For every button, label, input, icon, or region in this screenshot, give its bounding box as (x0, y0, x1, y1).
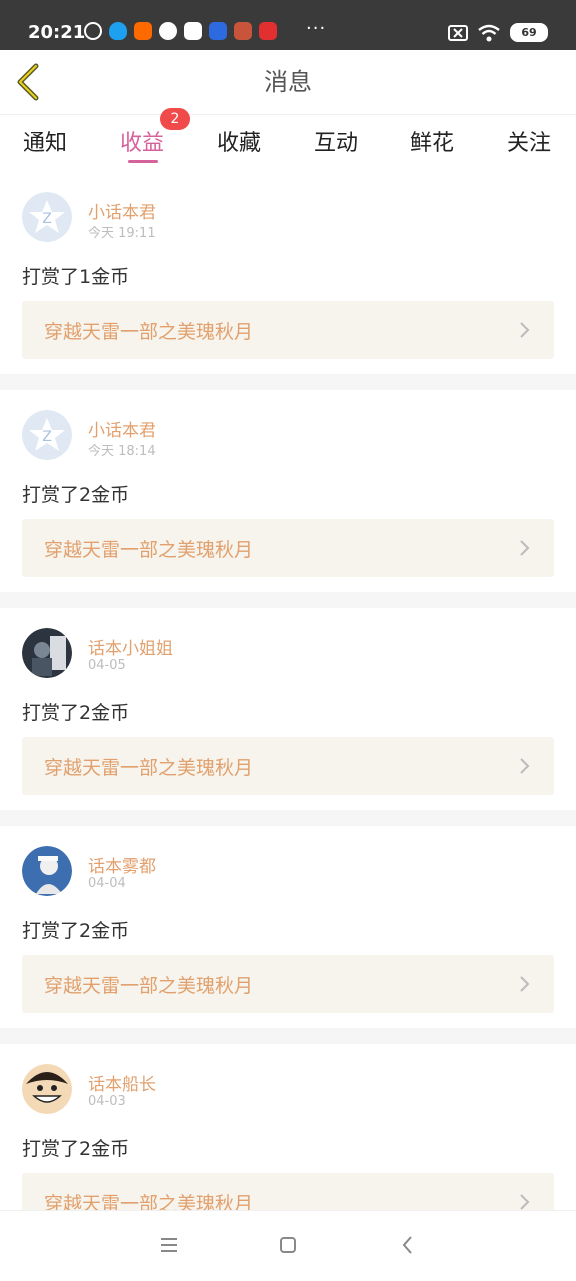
username[interactable]: 小话本君 (88, 198, 156, 223)
book-link[interactable]: 穿越天雷一部之美瑰秋月 (22, 301, 554, 359)
list-item: Z 小话本君 今天 19:11 打赏了1金币 穿越天雷一部之美瑰秋月 (0, 172, 576, 374)
more-notifications-icon: ··· (306, 18, 327, 39)
chevron-right-icon (520, 322, 530, 338)
book-link[interactable]: 穿越天雷一部之美瑰秋月 (22, 519, 554, 577)
no-sim-icon (448, 24, 468, 41)
tab-flowers[interactable]: 鲜花 (410, 125, 454, 157)
list-item: Z 小话本君 今天 18:14 打赏了2金币 穿越天雷一部之美瑰秋月 (0, 390, 576, 592)
page-title: 消息 (264, 68, 312, 96)
star-avatar-icon[interactable]: Z (22, 192, 72, 242)
top-bar: 消息 (0, 50, 576, 115)
timestamp: 04-05 (88, 658, 126, 673)
battery-indicator: 69 (510, 23, 548, 42)
menu-icon[interactable] (157, 1233, 181, 1257)
book-title: 穿越天雷一部之美瑰秋月 (44, 975, 254, 997)
timestamp: 今天 19:11 (88, 226, 156, 241)
svg-text:Z: Z (42, 211, 52, 227)
book-link[interactable]: 穿越天雷一部之美瑰秋月 (22, 737, 554, 795)
username[interactable]: 话本雾都 (88, 852, 156, 877)
message-text: 打赏了2金币 (22, 702, 130, 724)
timestamp: 04-04 (88, 876, 126, 891)
chevron-right-icon (520, 540, 530, 556)
book-title: 穿越天雷一部之美瑰秋月 (44, 321, 254, 343)
photo-avatar[interactable] (22, 628, 72, 678)
tab-interactions[interactable]: 互动 (314, 125, 358, 157)
divider (0, 592, 576, 608)
message-text: 打赏了2金币 (22, 920, 130, 942)
home-icon[interactable] (276, 1233, 300, 1257)
status-right: 69 (448, 23, 548, 42)
mi-icon (134, 22, 152, 40)
cartoon-avatar[interactable] (22, 1064, 72, 1114)
baidu-icon (209, 22, 227, 40)
tab-follow[interactable]: 关注 (507, 125, 551, 157)
svg-text:Z: Z (42, 429, 52, 445)
status-bar: 20:21 ··· 69 (0, 0, 576, 50)
check-app-icon (159, 22, 177, 40)
tab-bar: 通知 收益 收藏 互动 鲜花 关注 (0, 115, 576, 171)
chrome-like-icon (184, 22, 202, 40)
back-icon[interactable] (396, 1233, 420, 1257)
username[interactable]: 话本小姐姐 (88, 634, 173, 659)
book-link[interactable]: 穿越天雷一部之美瑰秋月 (22, 955, 554, 1013)
username[interactable]: 话本船长 (88, 1070, 156, 1095)
star-avatar-icon[interactable]: Z (22, 410, 72, 460)
wifi-icon (478, 24, 500, 41)
message-text: 打赏了2金币 (22, 1138, 130, 1160)
book-title: 穿越天雷一部之美瑰秋月 (44, 539, 254, 561)
status-time: 20:21 (28, 22, 86, 43)
message-text: 打赏了2金币 (22, 484, 130, 506)
system-nav-bar (0, 1210, 576, 1281)
chevron-right-icon (520, 1194, 530, 1210)
book-title: 穿越天雷一部之美瑰秋月 (44, 757, 254, 779)
tab-earnings[interactable]: 收益 (120, 125, 164, 157)
chevron-right-icon (520, 976, 530, 992)
active-tab-indicator (128, 160, 158, 163)
photo-avatar[interactable] (22, 846, 72, 896)
message-text: 打赏了1金币 (22, 266, 130, 288)
divider (0, 810, 576, 826)
chevron-right-icon (520, 758, 530, 774)
timestamp: 今天 18:14 (88, 444, 156, 459)
unread-badge: 2 (160, 108, 190, 130)
tab-notifications[interactable]: 通知 (23, 125, 67, 157)
divider (0, 1028, 576, 1044)
game-app-icon (234, 22, 252, 40)
username[interactable]: 小话本君 (88, 416, 156, 441)
tab-favorites[interactable]: 收藏 (217, 125, 261, 157)
list-item: 话本小姐姐 04-05 打赏了2金币 穿越天雷一部之美瑰秋月 (0, 608, 576, 810)
status-app-icons (84, 22, 277, 40)
swirl-app-icon (84, 22, 102, 40)
netease-icon (259, 22, 277, 40)
timestamp: 04-03 (88, 1094, 126, 1109)
list-item: 话本雾都 04-04 打赏了2金币 穿越天雷一部之美瑰秋月 (0, 826, 576, 1028)
divider (0, 374, 576, 390)
message-list: Z 小话本君 今天 19:11 打赏了1金币 穿越天雷一部之美瑰秋月 Z 小话本… (0, 172, 576, 1246)
qq-icon (109, 22, 127, 40)
